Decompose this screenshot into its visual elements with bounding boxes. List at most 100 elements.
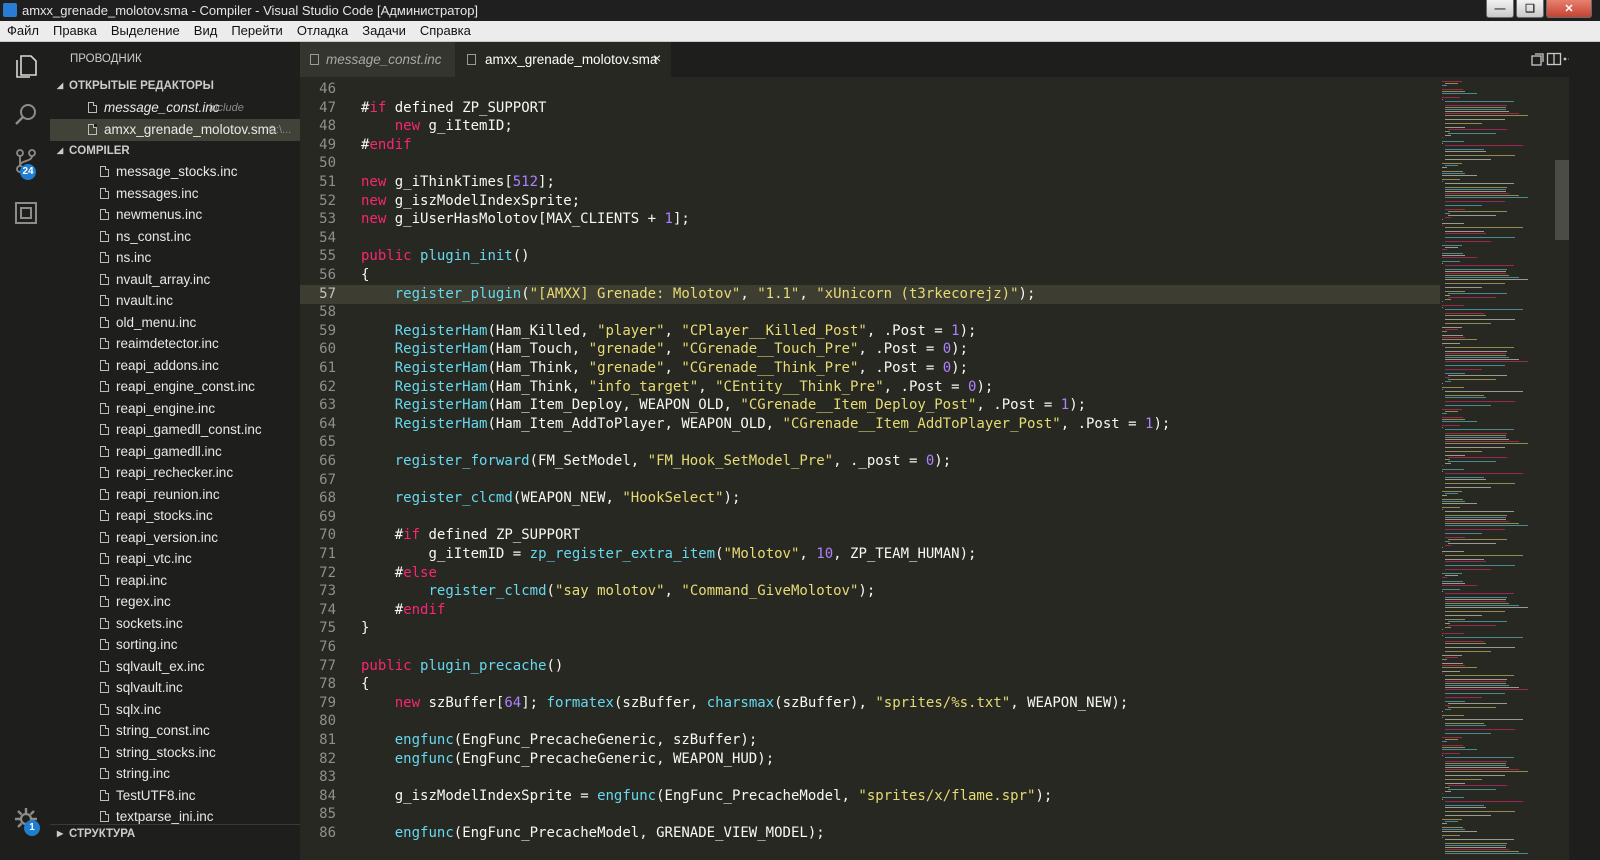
menu-debug[interactable]: Отладка — [290, 21, 355, 41]
code-line[interactable]: 46 — [300, 80, 1440, 99]
explorer-icon[interactable] — [13, 54, 39, 80]
file-tree-item[interactable]: string.inc — [50, 763, 300, 785]
file-tree-item[interactable]: sqlvault.inc — [50, 677, 300, 699]
code-line[interactable]: 48 new g_iItemID; — [300, 117, 1440, 136]
code-line[interactable]: 85 — [300, 805, 1440, 824]
maximize-icon[interactable]: ❏ — [1516, 0, 1544, 18]
code-line[interactable]: 68 register_clcmd(WEAPON_NEW, "HookSelec… — [300, 489, 1440, 508]
file-tree-item[interactable]: reapi_version.inc — [50, 527, 300, 549]
code-line[interactable]: 73 register_clcmd("say molotov", "Comman… — [300, 582, 1440, 601]
file-tree-item[interactable]: reapi_rechecker.inc — [50, 462, 300, 484]
open-changes-icon[interactable] — [1530, 51, 1546, 67]
file-tree-item[interactable]: reaimdetector.inc — [50, 333, 300, 355]
code-line[interactable]: 61 RegisterHam(Ham_Think, "grenade", "CG… — [300, 359, 1440, 378]
file-tree-item[interactable]: sockets.inc — [50, 613, 300, 635]
close-tab-icon[interactable]: × — [653, 50, 661, 66]
code-line[interactable]: 64 RegisterHam(Ham_Item_AddToPlayer, WEA… — [300, 415, 1440, 434]
code-line[interactable]: 47 #if defined ZP_SUPPORT — [300, 99, 1440, 118]
extensions-icon[interactable] — [13, 200, 39, 226]
code-line[interactable]: 82 engfunc(EngFunc_PrecacheGeneric, WEAP… — [300, 750, 1440, 769]
code-line[interactable]: 72 #else — [300, 564, 1440, 583]
file-tree-item[interactable]: reapi_gamedll.inc — [50, 441, 300, 463]
code-line[interactable]: 63 RegisterHam(Ham_Item_Deploy, WEAPON_O… — [300, 396, 1440, 415]
minimap[interactable] — [1440, 77, 1555, 860]
file-tree-item[interactable]: reapi_reunion.inc — [50, 484, 300, 506]
code-line[interactable]: 70 #if defined ZP_SUPPORT — [300, 526, 1440, 545]
code-line[interactable]: 83 — [300, 768, 1440, 787]
tab-message-const[interactable]: message_const.inc — [300, 42, 455, 77]
code-line[interactable]: 80 — [300, 712, 1440, 731]
code-line[interactable]: 69 — [300, 508, 1440, 527]
code-line[interactable]: 62 RegisterHam(Ham_Think, "info_target",… — [300, 378, 1440, 397]
file-tree-item[interactable]: message_stocks.inc — [50, 161, 300, 183]
split-editor-icon[interactable] — [1546, 51, 1562, 67]
code-line[interactable]: 66 register_forward(FM_SetModel, "FM_Hoo… — [300, 452, 1440, 471]
code-line[interactable]: 55 public plugin_init() — [300, 247, 1440, 266]
file-tree-item[interactable]: reapi_addons.inc — [50, 355, 300, 377]
file-tree-item[interactable]: sqlvault_ex.inc — [50, 656, 300, 678]
outline-header[interactable]: ▶ СТРУКТУРА — [50, 824, 300, 845]
code-line[interactable]: 54 — [300, 229, 1440, 248]
scrollbar-thumb[interactable] — [1555, 160, 1569, 240]
code-line[interactable]: 77 public plugin_precache() — [300, 657, 1440, 676]
code-line[interactable]: 79 new szBuffer[64]; formatex(szBuffer, … — [300, 694, 1440, 713]
file-tree-item[interactable]: ns_const.inc — [50, 226, 300, 248]
menu-tasks[interactable]: Задачи — [355, 21, 413, 41]
code-line[interactable]: 57 register_plugin("[AMXX] Grenade: Molo… — [300, 284, 1440, 304]
menu-file[interactable]: Файл — [0, 21, 46, 41]
code-line[interactable]: 67 — [300, 471, 1440, 490]
code-line[interactable]: 81 engfunc(EngFunc_PrecacheGeneric, szBu… — [300, 731, 1440, 750]
code-editor[interactable]: 46 47 #if defined ZP_SUPPORT 48 new g_iItem… — [300, 77, 1440, 860]
editor-scrollbar[interactable] — [1555, 77, 1569, 860]
code-line[interactable]: 56 { — [300, 266, 1440, 285]
menu-selection[interactable]: Выделение — [104, 21, 187, 41]
code-line[interactable]: 74 #endif — [300, 601, 1440, 620]
menu-edit[interactable]: Правка — [46, 21, 104, 41]
file-tree-item[interactable]: regex.inc — [50, 591, 300, 613]
file-tree-item[interactable]: sqlx.inc — [50, 699, 300, 721]
file-tree-item[interactable]: nvault.inc — [50, 290, 300, 312]
file-tree-item[interactable]: reapi_gamedll_const.inc — [50, 419, 300, 441]
open-editor-item[interactable]: amxx_grenade_molotov.sma C:\... — [50, 119, 300, 141]
file-tree-item[interactable]: messages.inc — [50, 183, 300, 205]
search-icon[interactable] — [13, 102, 39, 128]
code-line[interactable]: 65 — [300, 433, 1440, 452]
close-icon[interactable]: ✕ — [1546, 0, 1592, 18]
menu-go[interactable]: Перейти — [224, 21, 290, 41]
file-tree-item[interactable]: nvault_array.inc — [50, 269, 300, 291]
tab-amxx-grenade-molotov[interactable]: amxx_grenade_molotov.sma × — [455, 42, 671, 77]
folder-header[interactable]: ◢ COMPILER — [50, 142, 300, 162]
file-tree-item[interactable]: reapi.inc — [50, 570, 300, 592]
file-tree-item[interactable]: reapi_vtc.inc — [50, 548, 300, 570]
file-tree-item[interactable]: reapi_engine_const.inc — [50, 376, 300, 398]
file-tree-item[interactable]: reapi_engine.inc — [50, 398, 300, 420]
code-line[interactable]: 86 engfunc(EngFunc_PrecacheModel, GRENAD… — [300, 824, 1440, 843]
code-line[interactable]: 71 g_iItemID = zp_register_extra_item("M… — [300, 545, 1440, 564]
open-editors-header[interactable]: ◢ ОТКРЫТЫЕ РЕДАКТОРЫ — [50, 77, 300, 97]
code-line[interactable]: 75} — [300, 619, 1440, 638]
menu-help[interactable]: Справка — [413, 21, 478, 41]
code-line[interactable]: 60 RegisterHam(Ham_Touch, "grenade", "CG… — [300, 340, 1440, 359]
code-line[interactable]: 53 new g_iUserHasMolotov[MAX_CLIENTS + 1]… — [300, 210, 1440, 229]
code-line[interactable]: 78 { — [300, 675, 1440, 694]
file-tree-item[interactable]: ns.inc — [50, 247, 300, 269]
file-tree-item[interactable]: old_menu.inc — [50, 312, 300, 334]
file-tree-item[interactable]: newmenus.inc — [50, 204, 300, 226]
minimap-line — [1445, 477, 1484, 478]
code-line[interactable]: 58 — [300, 303, 1440, 322]
code-line[interactable]: 52 new g_iszModelIndexSprite; — [300, 192, 1440, 211]
menu-view[interactable]: Вид — [187, 21, 225, 41]
code-line[interactable]: 51 new g_iThinkTimes[512]; — [300, 173, 1440, 192]
file-tree-item[interactable]: TestUTF8.inc — [50, 785, 300, 807]
minimize-icon[interactable]: — — [1486, 0, 1514, 18]
file-tree-item[interactable]: string_const.inc — [50, 720, 300, 742]
code-line[interactable]: 84 g_iszModelIndexSprite = engfunc(EngFu… — [300, 787, 1440, 806]
file-tree-item[interactable]: string_stocks.inc — [50, 742, 300, 764]
file-tree-item[interactable]: reapi_stocks.inc — [50, 505, 300, 527]
open-editor-item[interactable]: message_const.inc include — [50, 97, 300, 119]
code-line[interactable]: 76 — [300, 638, 1440, 657]
file-tree-item[interactable]: sorting.inc — [50, 634, 300, 656]
code-line[interactable]: 50 — [300, 154, 1440, 173]
code-line[interactable]: 49 #endif — [300, 136, 1440, 155]
code-line[interactable]: 59 RegisterHam(Ham_Killed, "player", "CP… — [300, 322, 1440, 341]
